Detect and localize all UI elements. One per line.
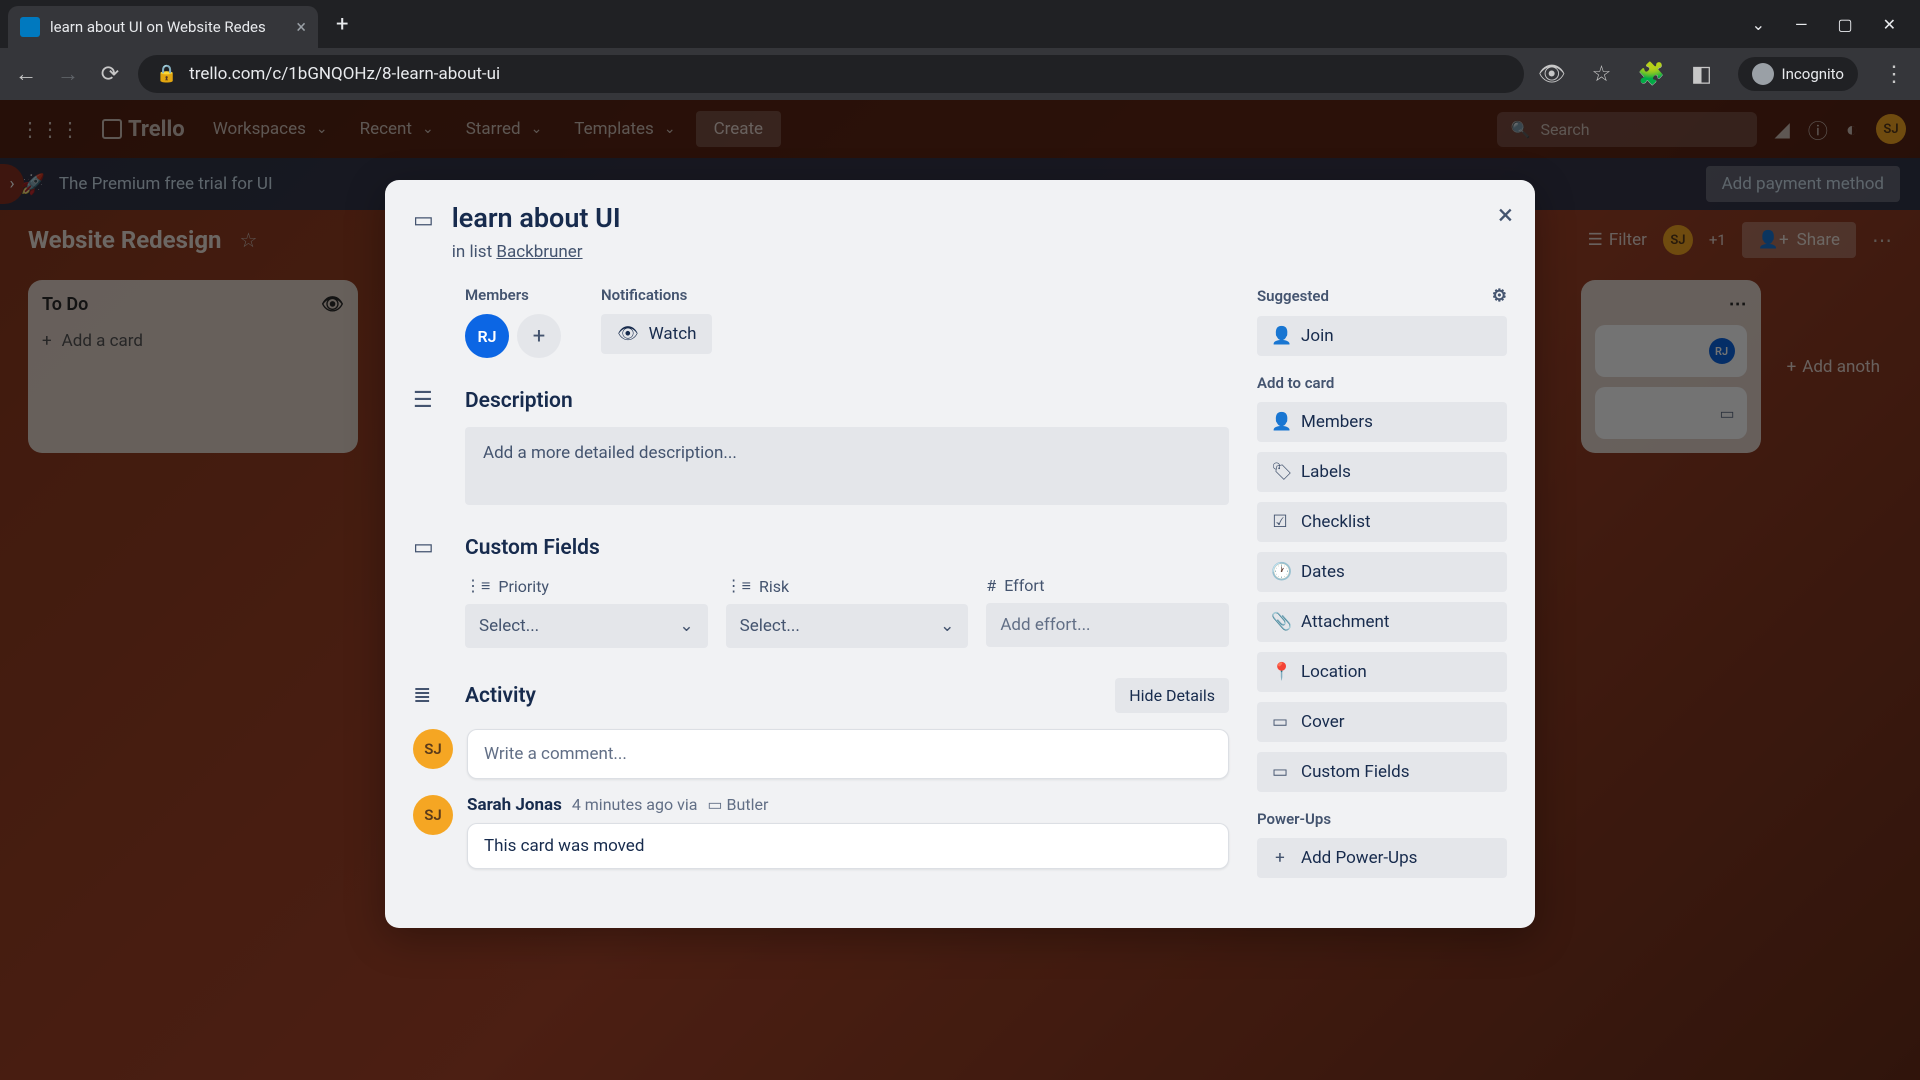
- card-icon: ▭: [413, 208, 434, 233]
- custom-fields-heading: Custom Fields: [465, 536, 600, 560]
- member-avatar[interactable]: RJ: [465, 314, 509, 358]
- add-powerups-button[interactable]: +Add Power-Ups: [1257, 838, 1507, 878]
- attachment-button[interactable]: 📎Attachment: [1257, 602, 1507, 642]
- browser-tab[interactable]: learn about UI on Website Redes ×: [8, 6, 318, 48]
- dates-button[interactable]: 🕐Dates: [1257, 552, 1507, 592]
- close-modal-icon[interactable]: ×: [1498, 198, 1513, 231]
- card-modal: × ▭ learn about UI in list Backbruner Me…: [385, 180, 1535, 928]
- maximize-icon[interactable]: ▢: [1837, 15, 1852, 34]
- description-icon: ☰: [413, 388, 447, 413]
- fields-icon: ▭: [1271, 762, 1289, 782]
- watch-button[interactable]: 👁 Watch: [601, 314, 712, 354]
- address-bar[interactable]: 🔒 trello.com/c/1bGNQOHz/8-learn-about-ui: [138, 55, 1524, 93]
- notifications-label: Notifications: [601, 286, 712, 304]
- eye-off-icon[interactable]: 👁: [1538, 62, 1566, 87]
- risk-select[interactable]: Select...⌄: [726, 604, 969, 648]
- chevron-down-icon: ⌄: [679, 616, 693, 636]
- description-input[interactable]: Add a more detailed description...: [465, 427, 1229, 505]
- number-field-icon: #: [986, 576, 996, 595]
- browser-tab-strip: learn about UI on Website Redes × + ⌄ ― …: [0, 0, 1920, 48]
- gear-icon[interactable]: ⚙: [1492, 286, 1507, 306]
- window-controls: ⌄ ― ▢ ✕: [1752, 15, 1920, 34]
- paperclip-icon: 📎: [1271, 612, 1289, 632]
- browser-toolbar: ← → ⟳ 🔒 trello.com/c/1bGNQOHz/8-learn-ab…: [0, 48, 1920, 100]
- forward-button[interactable]: →: [54, 61, 82, 87]
- tag-icon: 🏷: [1271, 462, 1289, 482]
- lock-icon: 🔒: [156, 64, 177, 84]
- activity-heading: Activity: [465, 684, 536, 708]
- reload-button[interactable]: ⟳: [96, 62, 124, 87]
- labels-button[interactable]: 🏷Labels: [1257, 452, 1507, 492]
- clock-icon: 🕐: [1271, 562, 1289, 582]
- star-bookmark-icon[interactable]: ☆: [1588, 62, 1616, 87]
- menu-icon[interactable]: ⋮: [1880, 62, 1908, 87]
- hide-details-button[interactable]: Hide Details: [1115, 678, 1229, 713]
- incognito-icon: [1752, 63, 1774, 85]
- tab-title: learn about UI on Website Redes: [50, 18, 286, 36]
- butler-icon: ▭: [707, 795, 722, 814]
- add-member-button[interactable]: +: [517, 314, 561, 358]
- dropdown-field-icon: ⋮≡: [465, 576, 490, 596]
- activity-timestamp: 4 minutes ago via: [572, 795, 698, 814]
- url-text: trello.com/c/1bGNQOHz/8-learn-about-ui: [189, 64, 500, 84]
- checklist-button[interactable]: ☑Checklist: [1257, 502, 1507, 542]
- add-to-card-label: Add to card: [1257, 374, 1334, 392]
- eye-icon: 👁: [617, 324, 639, 344]
- card-title[interactable]: learn about UI: [452, 202, 621, 234]
- cover-icon: ▭: [1271, 712, 1289, 732]
- powerups-label: Power-Ups: [1257, 810, 1331, 828]
- new-tab-button[interactable]: +: [336, 12, 348, 37]
- pin-icon: 📍: [1271, 662, 1289, 682]
- close-tab-icon[interactable]: ×: [296, 17, 306, 38]
- trello-favicon: [20, 17, 40, 37]
- activity-icon: ≣: [413, 683, 447, 708]
- back-button[interactable]: ←: [12, 61, 40, 87]
- dropdown-field-icon: ⋮≡: [726, 576, 751, 596]
- cover-button[interactable]: ▭Cover: [1257, 702, 1507, 742]
- incognito-badge[interactable]: Incognito: [1738, 57, 1858, 91]
- list-link[interactable]: Backbruner: [496, 242, 582, 262]
- activity-author-avatar: SJ: [413, 795, 453, 835]
- user-icon: 👤: [1271, 412, 1289, 432]
- custom-fields-button[interactable]: ▭Custom Fields: [1257, 752, 1507, 792]
- effort-input[interactable]: Add effort...: [986, 603, 1229, 647]
- user-icon: 👤: [1271, 326, 1289, 346]
- description-heading: Description: [465, 389, 573, 413]
- comment-input[interactable]: Write a comment...: [467, 729, 1229, 779]
- members-label: Members: [465, 286, 561, 304]
- priority-select[interactable]: Select...⌄: [465, 604, 708, 648]
- members-button[interactable]: 👤Members: [1257, 402, 1507, 442]
- current-user-avatar: SJ: [413, 729, 453, 769]
- suggested-label: Suggested: [1257, 287, 1329, 305]
- join-button[interactable]: 👤Join: [1257, 316, 1507, 356]
- extensions-icon[interactable]: 🧩: [1638, 62, 1666, 87]
- activity-author[interactable]: Sarah Jonas: [467, 795, 562, 815]
- chevron-down-icon: ⌄: [940, 616, 954, 636]
- close-window-icon[interactable]: ✕: [1883, 15, 1896, 34]
- minimize-icon[interactable]: ―: [1795, 15, 1808, 34]
- tabs-dropdown-icon[interactable]: ⌄: [1752, 15, 1765, 34]
- location-button[interactable]: 📍Location: [1257, 652, 1507, 692]
- card-list-location: in list Backbruner: [452, 242, 621, 262]
- activity-body: This card was moved: [467, 823, 1229, 869]
- custom-fields-icon: ▭: [413, 535, 447, 560]
- side-panel-icon[interactable]: ◧: [1688, 62, 1716, 87]
- plus-icon: +: [1271, 848, 1289, 868]
- checklist-icon: ☑: [1271, 512, 1289, 532]
